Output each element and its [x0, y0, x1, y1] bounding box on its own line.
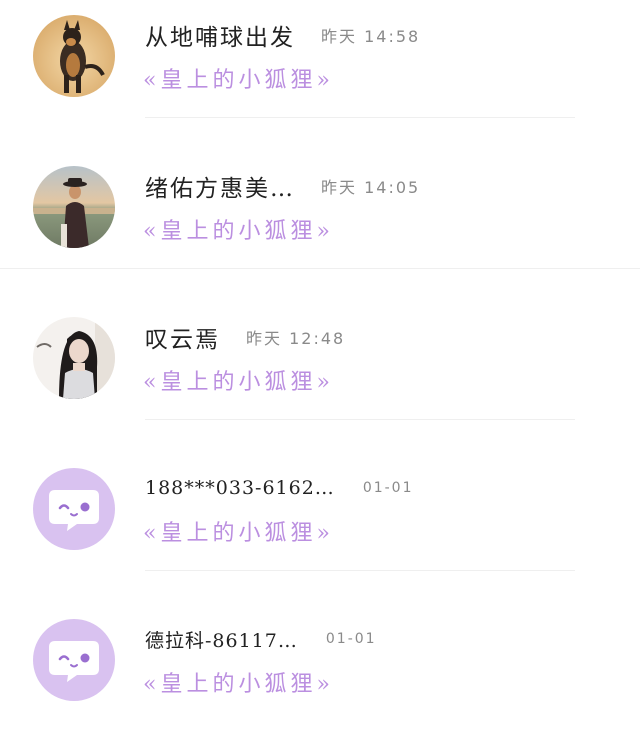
name-row: 从地哺球出发 昨天 14:58	[145, 18, 420, 52]
book-title-preview: «皇上的小狐狸»	[143, 370, 334, 395]
message-time: 昨天 14:05	[321, 178, 421, 197]
book-title-preview: «皇上的小狐狸»	[143, 219, 334, 244]
name-row: 绪佑方惠美… 昨天 14:05	[145, 169, 420, 203]
divider	[0, 268, 640, 269]
conversation-item[interactable]: 叹云焉 昨天 12:48 «皇上的小狐狸»	[0, 302, 640, 453]
message-time: 昨天 12:48	[246, 329, 346, 348]
name-row: 叹云焉 昨天 12:48	[145, 320, 345, 354]
contact-name: 188***033-6162…	[145, 477, 335, 499]
man-with-hat-photo-avatar[interactable]	[33, 166, 115, 248]
message-time: 01-01	[325, 631, 377, 647]
conversation-item[interactable]: 绪佑方惠美… 昨天 14:05 «皇上的小狐狸»	[0, 151, 640, 302]
chat-bubble-icon	[33, 619, 115, 701]
name-row: 德拉科-86117… 01-01	[145, 622, 377, 656]
dog-photo-avatar[interactable]	[33, 15, 115, 97]
divider	[145, 117, 575, 118]
dog-photo-image	[33, 15, 115, 97]
message-time: 昨天 14:58	[321, 27, 421, 46]
contact-name: 从地哺球出发	[145, 25, 295, 51]
conversation-item[interactable]: 德拉科-86117… 01-01 «皇上的小狐狸»	[0, 604, 640, 755]
divider	[145, 570, 575, 571]
man-with-hat-photo-image	[33, 166, 115, 248]
default-chat-bubble-avatar[interactable]	[33, 468, 115, 550]
contact-name: 叹云焉	[145, 327, 220, 353]
message-time: 01-01	[362, 480, 414, 496]
default-chat-bubble-avatar[interactable]	[33, 619, 115, 701]
name-row: 188***033-6162… 01-01	[145, 471, 414, 505]
book-title-preview: «皇上的小狐狸»	[143, 68, 334, 93]
contact-name: 德拉科-86117…	[145, 629, 298, 652]
conversation-item[interactable]: 188***033-6162… 01-01 «皇上的小狐狸»	[0, 453, 640, 604]
contact-name: 绪佑方惠美…	[145, 176, 295, 202]
chat-bubble-icon	[33, 468, 115, 550]
book-title-preview: «皇上的小狐狸»	[143, 521, 334, 546]
divider	[145, 419, 575, 420]
book-title-preview: «皇上的小狐狸»	[143, 672, 334, 697]
person-portrait-photo-avatar[interactable]	[33, 317, 115, 399]
conversation-list: 从地哺球出发 昨天 14:58 «皇上的小狐狸» 绪佑方惠美… 昨天 14:05…	[0, 0, 640, 716]
person-portrait-photo-image	[33, 317, 115, 399]
conversation-item[interactable]: 从地哺球出发 昨天 14:58 «皇上的小狐狸»	[0, 0, 640, 151]
